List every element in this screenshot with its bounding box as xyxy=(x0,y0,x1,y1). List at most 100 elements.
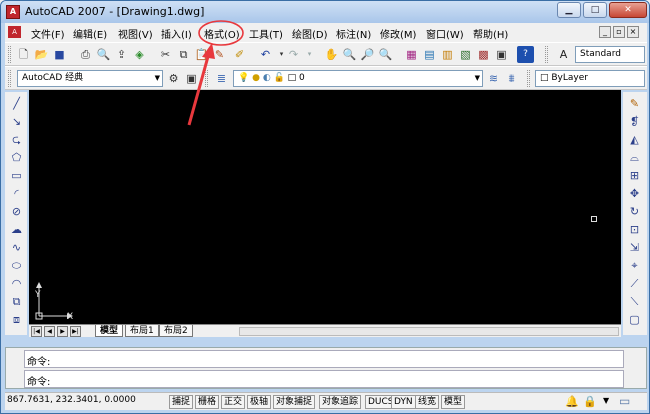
menu-format[interactable]: 格式(O) xyxy=(204,26,240,41)
polygon-icon[interactable]: ⬠ xyxy=(8,150,25,165)
move-icon[interactable]: ✥ xyxy=(626,186,643,201)
break-icon[interactable]: ⟍ xyxy=(626,294,643,309)
extend-icon[interactable]: ⟋ xyxy=(626,276,643,291)
maximize-button[interactable]: □ xyxy=(583,2,607,18)
circle-icon[interactable]: ⊘ xyxy=(8,204,25,219)
menu-help[interactable]: 帮助(H) xyxy=(473,26,508,41)
menu-insert[interactable]: 插入(I) xyxy=(161,26,192,41)
erase-icon[interactable]: ✎ xyxy=(626,96,643,111)
workspace-settings-icon[interactable]: ⚙ xyxy=(165,70,182,87)
model-toggle[interactable]: 模型 xyxy=(441,395,466,409)
doc-restore-button[interactable]: ▫ xyxy=(613,26,625,38)
print-preview-icon[interactable]: 🔍 xyxy=(95,46,112,63)
polyline-icon[interactable]: ⮎ xyxy=(8,132,25,147)
properties-icon[interactable]: ▦ xyxy=(403,46,420,63)
menu-draw[interactable]: 绘图(D) xyxy=(292,26,328,41)
menu-modify[interactable]: 修改(M) xyxy=(380,26,416,41)
tab-model[interactable]: 模型 xyxy=(95,325,124,337)
polar-toggle[interactable]: 极轴 xyxy=(247,395,272,409)
layer-select[interactable]: 💡 ● ◐ 🔓 □ 0 ▼ xyxy=(233,70,483,87)
make-layer-current-icon[interactable]: ≋ xyxy=(485,70,502,87)
match-properties-icon[interactable]: ✎ xyxy=(211,46,228,63)
tab-layout2[interactable]: 布局2 xyxy=(159,325,193,337)
toolbar-grip[interactable] xyxy=(545,46,548,63)
save-icon[interactable]: ■ xyxy=(51,46,68,63)
tool-palettes-icon[interactable]: ▥ xyxy=(439,46,456,63)
copy-icon[interactable]: ⧉ xyxy=(175,46,192,63)
toolbar-grip[interactable] xyxy=(8,70,11,87)
workspace-save-icon[interactable]: ▣ xyxy=(183,70,200,87)
copy-object-icon[interactable]: ❡ xyxy=(626,114,643,129)
text-style-select[interactable]: Standard xyxy=(575,46,645,63)
insert-block-icon[interactable]: ⧉ xyxy=(8,294,25,309)
dyn-toggle[interactable]: DYN xyxy=(391,395,416,409)
osnap-toggle[interactable]: 对象捕捉 xyxy=(273,395,316,409)
construction-line-icon[interactable]: ↘ xyxy=(8,114,25,129)
text-style-icon[interactable]: A xyxy=(555,46,572,63)
calculator-icon[interactable]: ▣ xyxy=(493,46,510,63)
redo-icon[interactable]: ↷ xyxy=(285,46,302,63)
stretch-icon[interactable]: ⇲ xyxy=(626,240,643,255)
undo-icon[interactable]: ↶ xyxy=(257,46,274,63)
mirror-icon[interactable]: ◭ xyxy=(626,132,643,147)
toolbar-grip[interactable] xyxy=(8,46,11,63)
last-tab-icon[interactable]: ▶| xyxy=(70,326,81,337)
toolbar-grip[interactable] xyxy=(205,70,208,87)
snap-toggle[interactable]: 捕捉 xyxy=(169,395,194,409)
ellipse-arc-icon[interactable]: ◠ xyxy=(8,276,25,291)
spline-icon[interactable]: ∿ xyxy=(8,240,25,255)
pan-realtime-icon[interactable]: ✋ xyxy=(323,46,340,63)
ellipse-icon[interactable]: ⬭ xyxy=(8,258,25,273)
zoom-previous-icon[interactable]: 🔍 xyxy=(377,46,394,63)
toolbar-lock-icon[interactable]: 🔒 xyxy=(583,395,597,408)
redo-dropdown-icon[interactable]: ▾ xyxy=(301,46,318,63)
design-center-icon[interactable]: ▤ xyxy=(421,46,438,63)
first-tab-icon[interactable]: |◀ xyxy=(31,326,42,337)
zoom-window-icon[interactable]: 🔎 xyxy=(359,46,376,63)
grid-toggle[interactable]: 栅格 xyxy=(195,395,220,409)
otrack-toggle[interactable]: 对象追踪 xyxy=(319,395,362,409)
menu-dimension[interactable]: 标注(N) xyxy=(336,26,371,41)
chamfer-icon[interactable]: ▢ xyxy=(626,312,643,327)
rotate-icon[interactable]: ↻ xyxy=(626,204,643,219)
publish-icon[interactable]: ⇪ xyxy=(113,46,130,63)
menu-view[interactable]: 视图(V) xyxy=(118,26,153,41)
3d-dwf-icon[interactable]: ◈ xyxy=(131,46,148,63)
paste-icon[interactable]: 📋 xyxy=(193,46,210,63)
minimize-button[interactable]: ▁ xyxy=(557,2,581,18)
ortho-toggle[interactable]: 正交 xyxy=(221,395,246,409)
arc-icon[interactable]: ◜ xyxy=(8,186,25,201)
print-icon[interactable]: ⎙ xyxy=(77,46,94,63)
prev-tab-icon[interactable]: ◀ xyxy=(44,326,55,337)
new-file-icon[interactable]: 🗋 xyxy=(15,46,32,63)
layer-previous-icon[interactable]: ⩩ xyxy=(503,70,520,87)
drawing-canvas[interactable]: Y X xyxy=(29,90,621,324)
color-control-select[interactable]: □ ByLayer xyxy=(535,70,645,87)
doc-close-button[interactable]: × xyxy=(627,26,639,38)
workspace-select[interactable]: AutoCAD 经典 ▼ xyxy=(17,70,163,87)
status-menu-icon[interactable]: ▼ xyxy=(603,396,609,405)
cut-icon[interactable]: ✂ xyxy=(157,46,174,63)
block-editor-icon[interactable]: ✐ xyxy=(231,46,248,63)
lineweight-toggle[interactable]: 线宽 xyxy=(415,395,440,409)
help-icon[interactable]: ? xyxy=(517,46,534,63)
line-icon[interactable]: ╱ xyxy=(8,96,25,111)
clean-screen-icon[interactable]: ▭ xyxy=(619,394,630,408)
menu-file[interactable]: 文件(F) xyxy=(31,26,65,41)
command-input[interactable]: 命令: xyxy=(24,370,624,388)
doc-minimize-button[interactable]: _ xyxy=(599,26,611,38)
next-tab-icon[interactable]: ▶ xyxy=(57,326,68,337)
revision-cloud-icon[interactable]: ☁ xyxy=(8,222,25,237)
menu-tools[interactable]: 工具(T) xyxy=(249,26,283,41)
trim-icon[interactable]: ⌖ xyxy=(626,258,643,273)
menu-window[interactable]: 窗口(W) xyxy=(426,26,464,41)
make-block-icon[interactable]: ⧈ xyxy=(8,312,25,327)
close-button[interactable]: ✕ xyxy=(609,2,647,18)
drawing-doc-icon[interactable]: A xyxy=(8,26,21,38)
open-file-icon[interactable]: 📂 xyxy=(33,46,50,63)
layer-manager-icon[interactable]: ≣ xyxy=(213,70,230,87)
zoom-realtime-icon[interactable]: 🔍 xyxy=(341,46,358,63)
offset-icon[interactable]: ⌓ xyxy=(626,150,643,165)
horizontal-scrollbar[interactable] xyxy=(239,327,619,336)
menu-edit[interactable]: 编辑(E) xyxy=(73,26,107,41)
